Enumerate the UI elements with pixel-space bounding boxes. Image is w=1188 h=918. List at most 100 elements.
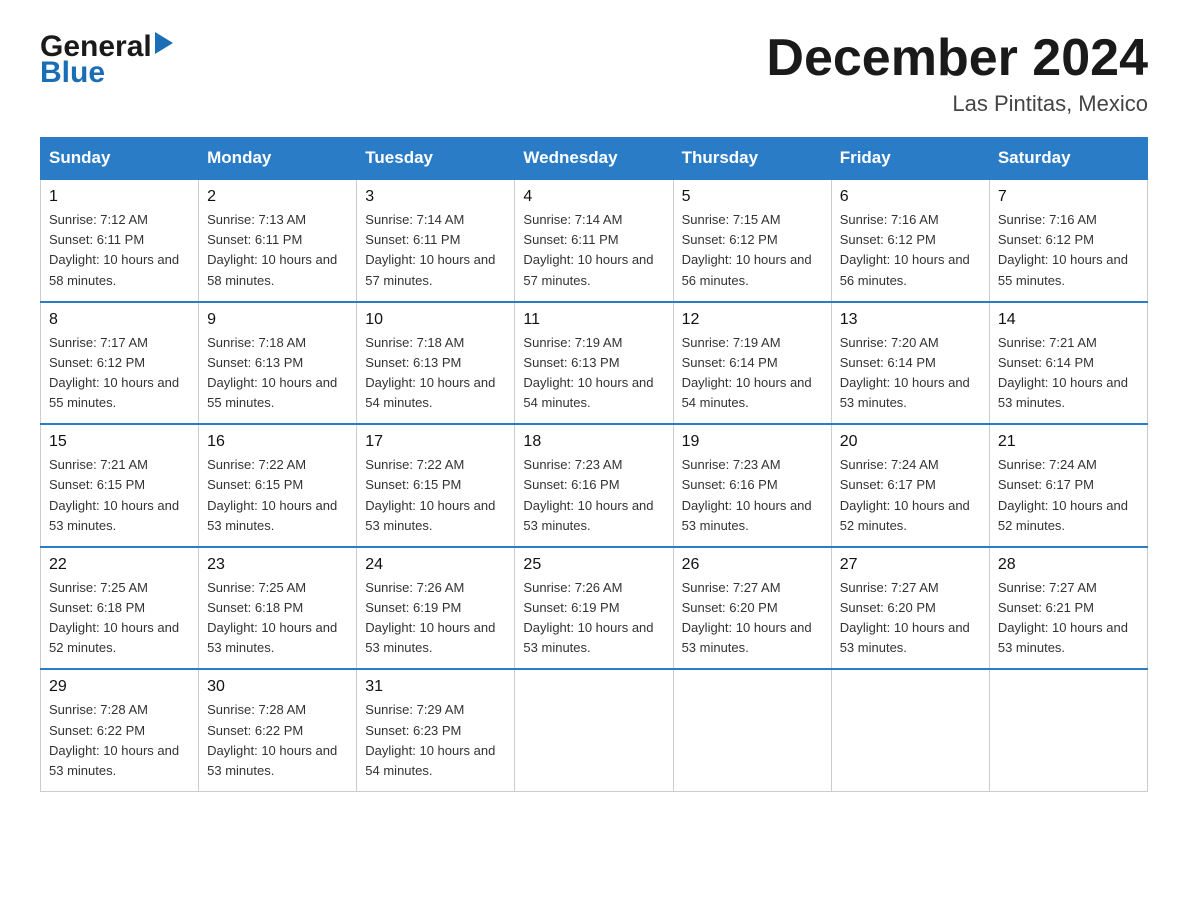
day-number: 16: [207, 433, 348, 451]
day-number: 3: [365, 188, 506, 206]
table-row: 4 Sunrise: 7:14 AM Sunset: 6:11 PM Dayli…: [515, 179, 673, 302]
day-info: Sunrise: 7:14 AM Sunset: 6:11 PM Dayligh…: [523, 210, 664, 291]
day-info: Sunrise: 7:25 AM Sunset: 6:18 PM Dayligh…: [49, 578, 190, 659]
table-row: 25 Sunrise: 7:26 AM Sunset: 6:19 PM Dayl…: [515, 547, 673, 670]
table-row: 10 Sunrise: 7:18 AM Sunset: 6:13 PM Dayl…: [357, 302, 515, 425]
day-info: Sunrise: 7:28 AM Sunset: 6:22 PM Dayligh…: [207, 700, 348, 781]
day-info: Sunrise: 7:16 AM Sunset: 6:12 PM Dayligh…: [998, 210, 1139, 291]
day-number: 13: [840, 311, 981, 329]
table-row: 2 Sunrise: 7:13 AM Sunset: 6:11 PM Dayli…: [199, 179, 357, 302]
day-info: Sunrise: 7:23 AM Sunset: 6:16 PM Dayligh…: [523, 455, 664, 536]
day-info: Sunrise: 7:15 AM Sunset: 6:12 PM Dayligh…: [682, 210, 823, 291]
day-number: 18: [523, 433, 664, 451]
day-info: Sunrise: 7:14 AM Sunset: 6:11 PM Dayligh…: [365, 210, 506, 291]
col-tuesday: Tuesday: [357, 138, 515, 180]
table-row: 26 Sunrise: 7:27 AM Sunset: 6:20 PM Dayl…: [673, 547, 831, 670]
calendar-week-row: 15 Sunrise: 7:21 AM Sunset: 6:15 PM Dayl…: [41, 424, 1148, 547]
day-number: 28: [998, 556, 1139, 574]
table-row: 14 Sunrise: 7:21 AM Sunset: 6:14 PM Dayl…: [989, 302, 1147, 425]
day-info: Sunrise: 7:26 AM Sunset: 6:19 PM Dayligh…: [365, 578, 506, 659]
table-row: 22 Sunrise: 7:25 AM Sunset: 6:18 PM Dayl…: [41, 547, 199, 670]
day-number: 19: [682, 433, 823, 451]
day-number: 27: [840, 556, 981, 574]
table-row: [989, 669, 1147, 791]
day-info: Sunrise: 7:28 AM Sunset: 6:22 PM Dayligh…: [49, 700, 190, 781]
day-number: 23: [207, 556, 348, 574]
month-year-title: December 2024: [766, 30, 1148, 87]
day-number: 30: [207, 678, 348, 696]
day-info: Sunrise: 7:20 AM Sunset: 6:14 PM Dayligh…: [840, 333, 981, 414]
logo: General Blue: [40, 30, 173, 90]
table-row: 9 Sunrise: 7:18 AM Sunset: 6:13 PM Dayli…: [199, 302, 357, 425]
logo-triangle-icon: [155, 32, 173, 54]
day-number: 29: [49, 678, 190, 696]
table-row: 18 Sunrise: 7:23 AM Sunset: 6:16 PM Dayl…: [515, 424, 673, 547]
day-number: 12: [682, 311, 823, 329]
table-row: [673, 669, 831, 791]
col-wednesday: Wednesday: [515, 138, 673, 180]
day-number: 6: [840, 188, 981, 206]
day-number: 2: [207, 188, 348, 206]
calendar-table: Sunday Monday Tuesday Wednesday Thursday…: [40, 137, 1148, 792]
day-info: Sunrise: 7:16 AM Sunset: 6:12 PM Dayligh…: [840, 210, 981, 291]
day-number: 4: [523, 188, 664, 206]
day-number: 25: [523, 556, 664, 574]
table-row: 29 Sunrise: 7:28 AM Sunset: 6:22 PM Dayl…: [41, 669, 199, 791]
col-thursday: Thursday: [673, 138, 831, 180]
day-info: Sunrise: 7:17 AM Sunset: 6:12 PM Dayligh…: [49, 333, 190, 414]
calendar-week-row: 8 Sunrise: 7:17 AM Sunset: 6:12 PM Dayli…: [41, 302, 1148, 425]
table-row: 7 Sunrise: 7:16 AM Sunset: 6:12 PM Dayli…: [989, 179, 1147, 302]
table-row: 20 Sunrise: 7:24 AM Sunset: 6:17 PM Dayl…: [831, 424, 989, 547]
day-number: 17: [365, 433, 506, 451]
table-row: 6 Sunrise: 7:16 AM Sunset: 6:12 PM Dayli…: [831, 179, 989, 302]
col-saturday: Saturday: [989, 138, 1147, 180]
table-row: 11 Sunrise: 7:19 AM Sunset: 6:13 PM Dayl…: [515, 302, 673, 425]
day-number: 31: [365, 678, 506, 696]
day-info: Sunrise: 7:27 AM Sunset: 6:20 PM Dayligh…: [682, 578, 823, 659]
day-number: 14: [998, 311, 1139, 329]
col-friday: Friday: [831, 138, 989, 180]
col-sunday: Sunday: [41, 138, 199, 180]
table-row: 21 Sunrise: 7:24 AM Sunset: 6:17 PM Dayl…: [989, 424, 1147, 547]
day-number: 5: [682, 188, 823, 206]
table-row: 5 Sunrise: 7:15 AM Sunset: 6:12 PM Dayli…: [673, 179, 831, 302]
table-row: 16 Sunrise: 7:22 AM Sunset: 6:15 PM Dayl…: [199, 424, 357, 547]
table-row: [515, 669, 673, 791]
day-number: 11: [523, 311, 664, 329]
day-info: Sunrise: 7:13 AM Sunset: 6:11 PM Dayligh…: [207, 210, 348, 291]
day-number: 7: [998, 188, 1139, 206]
day-info: Sunrise: 7:24 AM Sunset: 6:17 PM Dayligh…: [998, 455, 1139, 536]
table-row: 27 Sunrise: 7:27 AM Sunset: 6:20 PM Dayl…: [831, 547, 989, 670]
table-row: 13 Sunrise: 7:20 AM Sunset: 6:14 PM Dayl…: [831, 302, 989, 425]
day-info: Sunrise: 7:25 AM Sunset: 6:18 PM Dayligh…: [207, 578, 348, 659]
day-number: 24: [365, 556, 506, 574]
day-info: Sunrise: 7:27 AM Sunset: 6:21 PM Dayligh…: [998, 578, 1139, 659]
day-info: Sunrise: 7:27 AM Sunset: 6:20 PM Dayligh…: [840, 578, 981, 659]
day-info: Sunrise: 7:24 AM Sunset: 6:17 PM Dayligh…: [840, 455, 981, 536]
day-info: Sunrise: 7:18 AM Sunset: 6:13 PM Dayligh…: [365, 333, 506, 414]
calendar-week-row: 1 Sunrise: 7:12 AM Sunset: 6:11 PM Dayli…: [41, 179, 1148, 302]
day-number: 20: [840, 433, 981, 451]
table-row: 23 Sunrise: 7:25 AM Sunset: 6:18 PM Dayl…: [199, 547, 357, 670]
day-number: 22: [49, 556, 190, 574]
day-number: 1: [49, 188, 190, 206]
day-info: Sunrise: 7:21 AM Sunset: 6:14 PM Dayligh…: [998, 333, 1139, 414]
table-row: 17 Sunrise: 7:22 AM Sunset: 6:15 PM Dayl…: [357, 424, 515, 547]
table-row: 30 Sunrise: 7:28 AM Sunset: 6:22 PM Dayl…: [199, 669, 357, 791]
day-info: Sunrise: 7:29 AM Sunset: 6:23 PM Dayligh…: [365, 700, 506, 781]
table-row: 28 Sunrise: 7:27 AM Sunset: 6:21 PM Dayl…: [989, 547, 1147, 670]
calendar-header-row: Sunday Monday Tuesday Wednesday Thursday…: [41, 138, 1148, 180]
day-info: Sunrise: 7:18 AM Sunset: 6:13 PM Dayligh…: [207, 333, 348, 414]
title-block: December 2024 Las Pintitas, Mexico: [766, 30, 1148, 117]
calendar-week-row: 22 Sunrise: 7:25 AM Sunset: 6:18 PM Dayl…: [41, 547, 1148, 670]
table-row: 8 Sunrise: 7:17 AM Sunset: 6:12 PM Dayli…: [41, 302, 199, 425]
location-subtitle: Las Pintitas, Mexico: [766, 91, 1148, 117]
day-number: 8: [49, 311, 190, 329]
day-info: Sunrise: 7:19 AM Sunset: 6:13 PM Dayligh…: [523, 333, 664, 414]
logo-blue: Blue: [40, 56, 105, 90]
col-monday: Monday: [199, 138, 357, 180]
calendar-week-row: 29 Sunrise: 7:28 AM Sunset: 6:22 PM Dayl…: [41, 669, 1148, 791]
day-number: 15: [49, 433, 190, 451]
day-info: Sunrise: 7:23 AM Sunset: 6:16 PM Dayligh…: [682, 455, 823, 536]
day-info: Sunrise: 7:22 AM Sunset: 6:15 PM Dayligh…: [365, 455, 506, 536]
